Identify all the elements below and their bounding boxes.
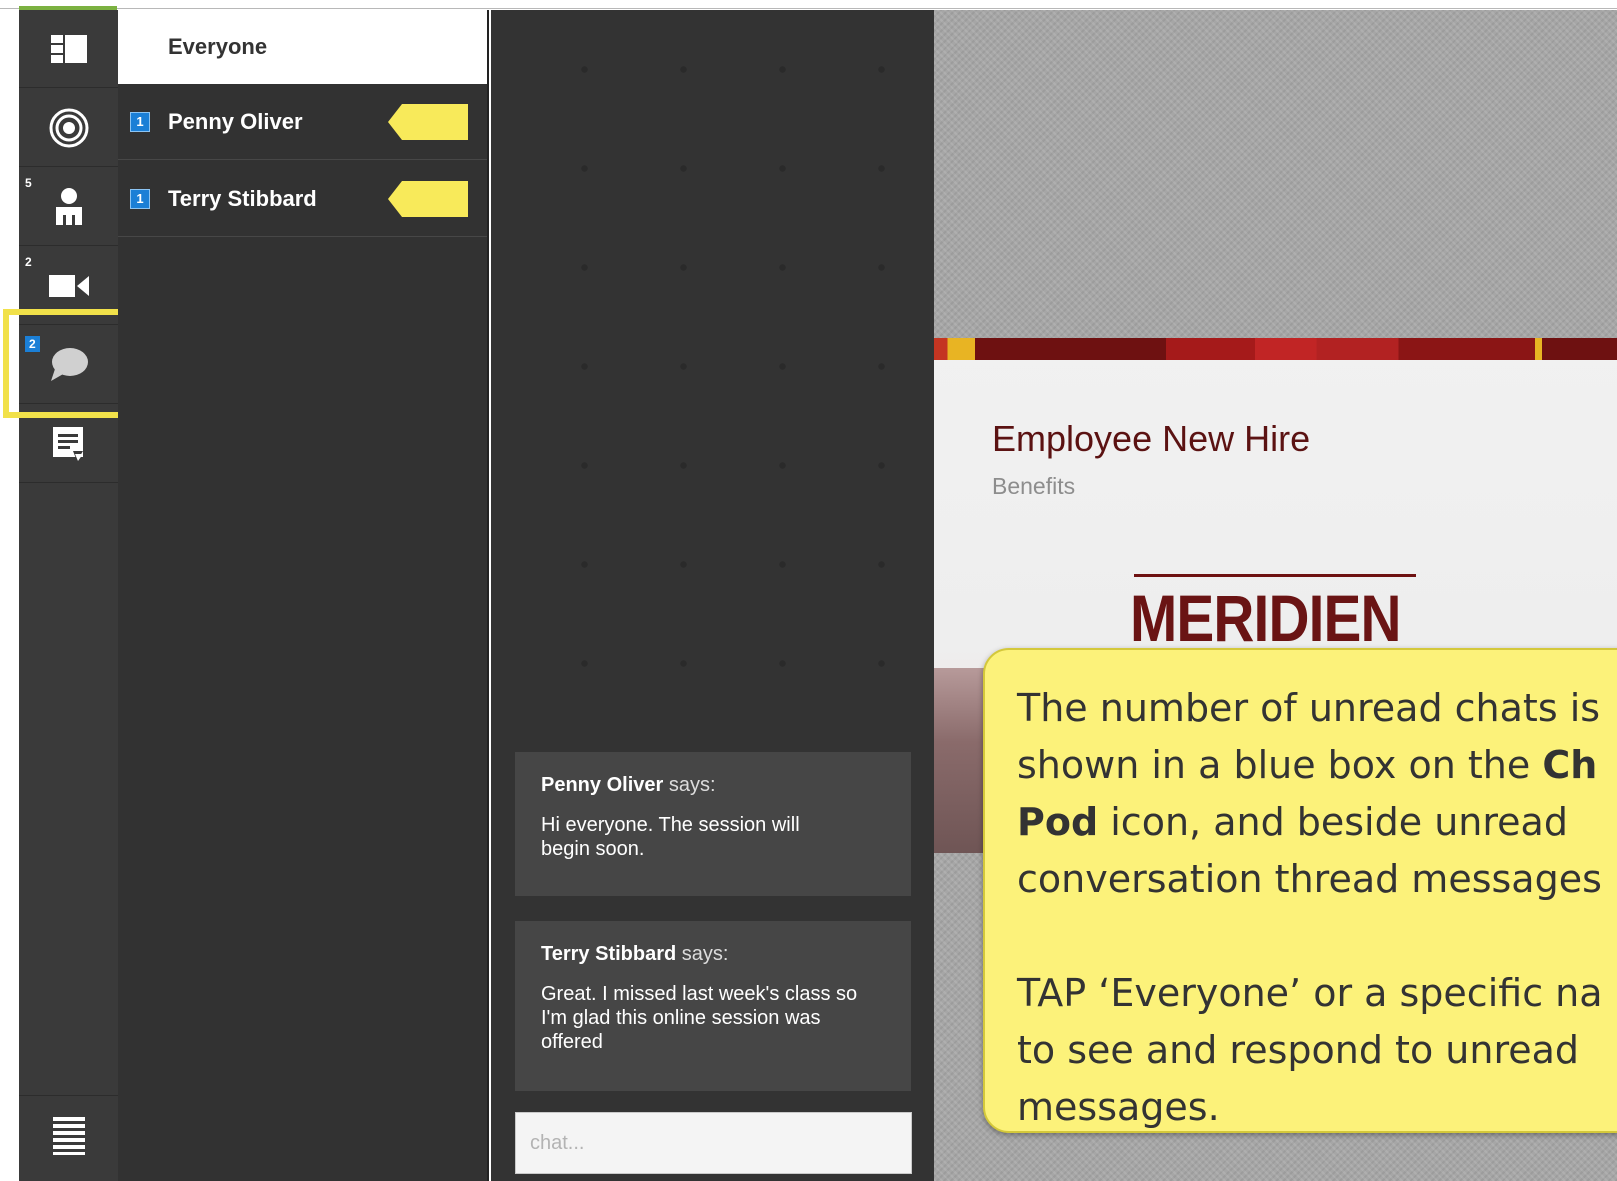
chat-message: Penny Oliver says: Hi everyone. The sess… [515, 752, 911, 896]
video-camera-icon [48, 273, 89, 299]
chat-message: Terry Stibbard says: Great. I missed las… [515, 921, 911, 1091]
message-sender: Penny Oliver [541, 774, 664, 796]
message-says: says: [676, 943, 729, 965]
notes-icon [52, 426, 85, 461]
message-text: Great. I missed last week's class so I'm… [541, 983, 858, 1053]
callout-line: Pod icon, and beside unread [1017, 800, 1568, 844]
chat-messages-pane: Penny Oliver says: Hi everyone. The sess… [491, 10, 934, 1181]
callout-line: The number of unread chats is [1017, 686, 1601, 730]
callout-line: to see and respond to unread [1017, 1028, 1580, 1072]
conversation-thread[interactable]: 1 Penny Oliver [118, 84, 487, 160]
callout-line: conversation thread messages [1017, 857, 1602, 901]
thread-name: Terry Stibbard [168, 185, 317, 211]
slide-header-bar [934, 338, 1617, 360]
callout-line: messages. [1017, 1085, 1220, 1129]
chat-pod-highlight [3, 309, 133, 418]
pod-icon-rail: 5 2 2 [19, 10, 118, 1181]
unread-badge: 1 [130, 111, 150, 132]
layout-icon [50, 34, 87, 63]
message-text: Hi everyone. The session will begin soon… [541, 814, 800, 860]
unread-badge: 1 [130, 188, 150, 209]
slide-title: Employee New Hire [992, 418, 1311, 459]
conversation-everyone[interactable]: Everyone [118, 10, 487, 84]
top-border [0, 0, 1617, 11]
message-says: says: [663, 774, 716, 796]
logo-rule [1134, 574, 1416, 577]
target-icon [49, 108, 89, 148]
attendees-count: 5 [25, 176, 32, 190]
message-sender: Terry Stibbard [541, 943, 677, 965]
callout-line: shown in a blue box on the Ch [1017, 743, 1598, 787]
conversation-list: Everyone 1 Penny Oliver 1 Terry Stibbard [118, 10, 489, 1181]
chat-input[interactable] [515, 1112, 912, 1174]
conversation-thread[interactable]: 1 Terry Stibbard [118, 161, 487, 237]
pointer-arrow-icon [388, 104, 468, 145]
menu-icon [52, 1117, 85, 1160]
help-callout: The number of unread chats is shown in a… [983, 648, 1617, 1133]
message-sender-line: Penny Oliver says: [541, 774, 885, 797]
pointer-arrow-icon [388, 181, 468, 222]
message-sender-line: Terry Stibbard says: [541, 943, 885, 966]
menu-button[interactable] [19, 1095, 118, 1181]
video-count: 2 [25, 255, 32, 269]
slide-subtitle: Benefits [992, 473, 1076, 499]
person-icon [54, 187, 84, 227]
meridien-logo: MERIDIEN [1130, 581, 1401, 655]
attendees-button[interactable]: 5 [19, 168, 118, 246]
callout-line: TAP ‘Everyone’ or a specific na [1017, 971, 1603, 1015]
target-button[interactable] [19, 89, 118, 167]
layout-button[interactable] [19, 10, 118, 88]
thread-name: Penny Oliver [168, 108, 303, 134]
